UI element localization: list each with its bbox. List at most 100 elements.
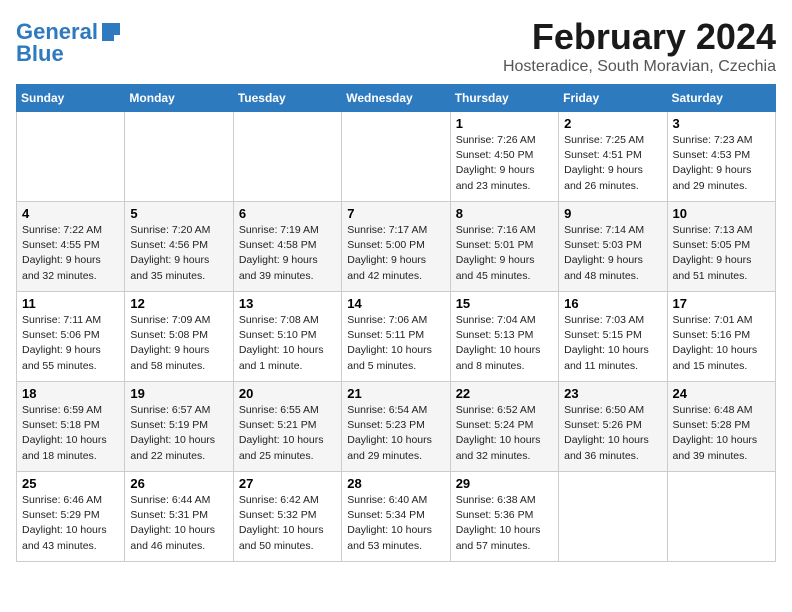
calendar-cell: 6Sunrise: 7:19 AM Sunset: 4:58 PM Daylig…	[233, 202, 341, 292]
calendar-cell: 27 Sunrise: 6:42 AM Sunset: 5:32 PM Dayli…	[233, 472, 341, 562]
calendar-body: 1 Sunrise: 7:26 AM Sunset: 4:50 PM Daylig…	[17, 112, 776, 562]
day-header-thursday: Thursday	[450, 85, 558, 112]
day-info: Sunrise: 6:38 AM Sunset: 5:36 PM Dayligh…	[456, 493, 553, 554]
calendar-cell	[233, 112, 341, 202]
day-number: 25	[22, 476, 119, 491]
calendar-cell: 1 Sunrise: 7:26 AM Sunset: 4:50 PM Daylig…	[450, 112, 558, 202]
calendar-cell: 19 Sunrise: 6:57 AM Sunset: 5:19 PM Dayli…	[125, 382, 233, 472]
calendar-cell: 20Sunrise: 6:55 AM Sunset: 5:21 PM Dayli…	[233, 382, 341, 472]
calendar-week-row: 18Sunrise: 6:59 AM Sunset: 5:18 PM Dayli…	[17, 382, 776, 472]
logo-icon	[100, 21, 122, 43]
day-info: Sunrise: 7:06 AM Sunset: 5:11 PM Dayligh…	[347, 313, 444, 374]
calendar-table: SundayMondayTuesdayWednesdayThursdayFrid…	[16, 84, 776, 562]
calendar-cell	[342, 112, 450, 202]
day-number: 29	[456, 476, 553, 491]
calendar-cell: 22 Sunrise: 6:52 AM Sunset: 5:24 PM Dayli…	[450, 382, 558, 472]
day-info: Sunrise: 7:20 AM Sunset: 4:56 PM Dayligh…	[130, 223, 227, 284]
day-number: 20	[239, 386, 336, 401]
calendar-cell: 29 Sunrise: 6:38 AM Sunset: 5:36 PM Dayli…	[450, 472, 558, 562]
day-number: 27	[239, 476, 336, 491]
calendar-cell: 18Sunrise: 6:59 AM Sunset: 5:18 PM Dayli…	[17, 382, 125, 472]
calendar-subtitle: Hosteradice, South Moravian, Czechia	[503, 58, 776, 76]
day-number: 21	[347, 386, 444, 401]
day-info: Sunrise: 7:13 AM Sunset: 5:05 PM Dayligh…	[673, 223, 770, 284]
day-info: Sunrise: 7:14 AM Sunset: 5:03 PM Dayligh…	[564, 223, 661, 284]
calendar-cell: 28 Sunrise: 6:40 AM Sunset: 5:34 PM Dayli…	[342, 472, 450, 562]
day-info: Sunrise: 7:19 AM Sunset: 4:58 PM Dayligh…	[239, 223, 336, 284]
day-info: Sunrise: 7:25 AM Sunset: 4:51 PM Dayligh…	[564, 133, 661, 194]
calendar-cell	[667, 472, 775, 562]
day-number: 13	[239, 296, 336, 311]
day-info: Sunrise: 6:57 AM Sunset: 5:19 PM Dayligh…	[130, 403, 227, 464]
calendar-cell: 24 Sunrise: 6:48 AM Sunset: 5:28 PM Dayli…	[667, 382, 775, 472]
day-number: 1	[456, 116, 553, 131]
calendar-cell: 14 Sunrise: 7:06 AM Sunset: 5:11 PM Dayli…	[342, 292, 450, 382]
calendar-week-row: 25 Sunrise: 6:46 AM Sunset: 5:29 PM Dayli…	[17, 472, 776, 562]
day-info: Sunrise: 7:26 AM Sunset: 4:50 PM Dayligh…	[456, 133, 553, 194]
day-number: 26	[130, 476, 227, 491]
day-number: 19	[130, 386, 227, 401]
day-info: Sunrise: 6:46 AM Sunset: 5:29 PM Dayligh…	[22, 493, 119, 554]
day-number: 24	[673, 386, 770, 401]
page-header: General Blue February 2024 Hosteradice, …	[16, 16, 776, 76]
day-number: 12	[130, 296, 227, 311]
day-number: 9	[564, 206, 661, 221]
day-info: Sunrise: 6:54 AM Sunset: 5:23 PM Dayligh…	[347, 403, 444, 464]
day-number: 3	[673, 116, 770, 131]
day-number: 28	[347, 476, 444, 491]
calendar-cell: 12Sunrise: 7:09 AM Sunset: 5:08 PM Dayli…	[125, 292, 233, 382]
calendar-cell: 3 Sunrise: 7:23 AM Sunset: 4:53 PM Daylig…	[667, 112, 775, 202]
calendar-cell: 21 Sunrise: 6:54 AM Sunset: 5:23 PM Dayli…	[342, 382, 450, 472]
day-info: Sunrise: 6:59 AM Sunset: 5:18 PM Dayligh…	[22, 403, 119, 464]
calendar-cell: 25 Sunrise: 6:46 AM Sunset: 5:29 PM Dayli…	[17, 472, 125, 562]
day-info: Sunrise: 6:42 AM Sunset: 5:32 PM Dayligh…	[239, 493, 336, 554]
day-info: Sunrise: 7:03 AM Sunset: 5:15 PM Dayligh…	[564, 313, 661, 374]
day-info: Sunrise: 6:40 AM Sunset: 5:34 PM Dayligh…	[347, 493, 444, 554]
day-number: 8	[456, 206, 553, 221]
day-info: Sunrise: 6:50 AM Sunset: 5:26 PM Dayligh…	[564, 403, 661, 464]
day-info: Sunrise: 7:17 AM Sunset: 5:00 PM Dayligh…	[347, 223, 444, 284]
calendar-cell: 16 Sunrise: 7:03 AM Sunset: 5:15 PM Dayli…	[559, 292, 667, 382]
calendar-title: February 2024	[503, 16, 776, 58]
calendar-cell: 15Sunrise: 7:04 AM Sunset: 5:13 PM Dayli…	[450, 292, 558, 382]
calendar-cell: 17Sunrise: 7:01 AM Sunset: 5:16 PM Dayli…	[667, 292, 775, 382]
calendar-cell: 13Sunrise: 7:08 AM Sunset: 5:10 PM Dayli…	[233, 292, 341, 382]
day-header-saturday: Saturday	[667, 85, 775, 112]
day-number: 4	[22, 206, 119, 221]
day-info: Sunrise: 7:22 AM Sunset: 4:55 PM Dayligh…	[22, 223, 119, 284]
day-number: 11	[22, 296, 119, 311]
day-info: Sunrise: 7:11 AM Sunset: 5:06 PM Dayligh…	[22, 313, 119, 374]
day-number: 7	[347, 206, 444, 221]
calendar-cell: 7 Sunrise: 7:17 AM Sunset: 5:00 PM Daylig…	[342, 202, 450, 292]
day-header-wednesday: Wednesday	[342, 85, 450, 112]
calendar-week-row: 11 Sunrise: 7:11 AM Sunset: 5:06 PM Dayli…	[17, 292, 776, 382]
logo: General Blue	[16, 20, 122, 66]
calendar-week-row: 4 Sunrise: 7:22 AM Sunset: 4:55 PM Daylig…	[17, 202, 776, 292]
calendar-cell: 9 Sunrise: 7:14 AM Sunset: 5:03 PM Daylig…	[559, 202, 667, 292]
day-number: 15	[456, 296, 553, 311]
day-number: 14	[347, 296, 444, 311]
day-info: Sunrise: 7:16 AM Sunset: 5:01 PM Dayligh…	[456, 223, 553, 284]
logo-blue-text: Blue	[16, 42, 122, 66]
day-number: 2	[564, 116, 661, 131]
calendar-cell: 10 Sunrise: 7:13 AM Sunset: 5:05 PM Dayli…	[667, 202, 775, 292]
calendar-cell: 4 Sunrise: 7:22 AM Sunset: 4:55 PM Daylig…	[17, 202, 125, 292]
day-number: 10	[673, 206, 770, 221]
title-block: February 2024 Hosteradice, South Moravia…	[503, 16, 776, 76]
calendar-cell: 5Sunrise: 7:20 AM Sunset: 4:56 PM Daylig…	[125, 202, 233, 292]
day-number: 23	[564, 386, 661, 401]
calendar-cell: 23 Sunrise: 6:50 AM Sunset: 5:26 PM Dayli…	[559, 382, 667, 472]
day-header-monday: Monday	[125, 85, 233, 112]
day-number: 16	[564, 296, 661, 311]
day-info: Sunrise: 6:52 AM Sunset: 5:24 PM Dayligh…	[456, 403, 553, 464]
day-info: Sunrise: 6:48 AM Sunset: 5:28 PM Dayligh…	[673, 403, 770, 464]
day-header-friday: Friday	[559, 85, 667, 112]
day-info: Sunrise: 6:44 AM Sunset: 5:31 PM Dayligh…	[130, 493, 227, 554]
calendar-cell	[125, 112, 233, 202]
day-info: Sunrise: 7:23 AM Sunset: 4:53 PM Dayligh…	[673, 133, 770, 194]
calendar-cell	[559, 472, 667, 562]
day-number: 22	[456, 386, 553, 401]
day-header-tuesday: Tuesday	[233, 85, 341, 112]
calendar-header-row: SundayMondayTuesdayWednesdayThursdayFrid…	[17, 85, 776, 112]
calendar-cell: 2 Sunrise: 7:25 AM Sunset: 4:51 PM Daylig…	[559, 112, 667, 202]
